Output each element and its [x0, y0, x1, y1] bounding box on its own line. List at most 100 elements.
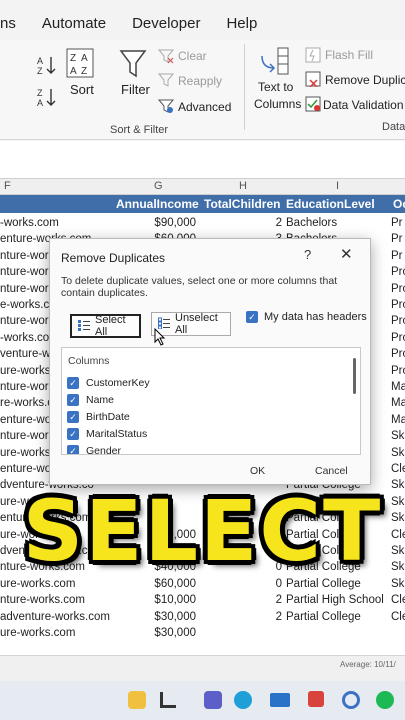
header-total-children[interactable]: TotalChildren [204, 197, 280, 211]
settings-icon[interactable] [342, 691, 360, 709]
cell-occupation[interactable]: Prof [391, 348, 405, 360]
clear-button[interactable]: Clear [178, 49, 207, 63]
text-to-columns-icon[interactable] [258, 46, 292, 78]
task-view-icon[interactable] [128, 691, 146, 709]
cell-annual-income[interactable]: $30,000 [152, 627, 196, 639]
cell-occupation[interactable]: Cleric [391, 463, 405, 475]
cell-email[interactable]: ure-works.com [0, 627, 75, 639]
column-letter-g[interactable]: G [154, 180, 163, 192]
table-row[interactable]: nture-works.com $10,000 2 Partial High Scho… [0, 594, 405, 611]
table-row[interactable]: -works.com $90,000 2 Bachelors Pr [0, 217, 405, 234]
widgets-icon[interactable] [160, 692, 176, 708]
menu-item-developer[interactable]: Developer [132, 15, 200, 32]
column-option-name[interactable]: ✓ Name [67, 394, 114, 406]
cancel-button[interactable]: Cancel [315, 465, 348, 477]
cell-annual-income[interactable]: $90,000 [152, 217, 196, 229]
cell-email[interactable]: nture-work [0, 381, 54, 393]
cell-email[interactable]: adventure-works.com [0, 611, 110, 623]
text-to-columns-line2[interactable]: Columns [254, 97, 301, 111]
filter-button[interactable]: Filter [121, 82, 150, 97]
cell-total-children[interactable]: 2 [200, 217, 282, 229]
cell-email[interactable]: e-works.co [0, 299, 56, 311]
flash-fill-button[interactable]: Flash Fill [325, 48, 373, 62]
column-letter-f[interactable]: F [4, 180, 11, 192]
column-option-customerkey[interactable]: ✓ CustomerKey [67, 377, 150, 389]
column-option-birthdate[interactable]: ✓ BirthDate [67, 411, 130, 423]
my-data-has-headers-checkbox[interactable]: ✓ My data has headers [246, 311, 367, 323]
columns-scrollbar[interactable] [353, 358, 356, 394]
table-row[interactable]: ure-works.com $30,000 [0, 627, 405, 644]
cell-occupation[interactable]: Clerica [391, 611, 405, 623]
mail-icon[interactable] [270, 693, 290, 707]
cell-email[interactable]: -works.com [0, 217, 59, 229]
remove-duplicates-button[interactable]: Remove Duplica [325, 73, 405, 87]
column-option-gender[interactable]: ✓ Gender [67, 445, 121, 454]
cell-occupation[interactable]: Mana [391, 381, 405, 393]
reapply-icon[interactable] [158, 72, 174, 88]
cell-occupation[interactable]: Pr [391, 217, 403, 229]
column-option-maritalstatus[interactable]: ✓ MaritalStatus [67, 428, 147, 440]
cell-annual-income[interactable]: $30,000 [152, 611, 196, 623]
flash-fill-icon[interactable] [305, 47, 321, 63]
columns-list[interactable]: Columns ✓ CustomerKey ✓ Name ✓ BirthDate ✓ M… [61, 347, 361, 455]
help-icon[interactable]: ? [304, 247, 311, 262]
table-row[interactable]: adventure-works.com $30,000 2 Partial Colle… [0, 611, 405, 628]
ok-button[interactable]: OK [250, 465, 265, 477]
cell-email[interactable]: nture-work [0, 266, 54, 278]
cell-occupation[interactable]: Prof [391, 365, 405, 377]
cell-education-level[interactable]: Partial High School [286, 594, 384, 606]
cell-education-level[interactable]: Partial College [286, 611, 361, 623]
close-icon[interactable]: ✕ [340, 245, 353, 263]
spotify-icon[interactable] [376, 691, 394, 709]
advanced-filter-icon[interactable] [158, 98, 174, 114]
cell-occupation[interactable]: Prof [391, 332, 405, 344]
cell-occupation[interactable]: Pro [391, 283, 405, 295]
cell-occupation[interactable]: Pr [391, 233, 403, 245]
cell-email[interactable]: ure-works [0, 447, 50, 459]
sort-descending-icon[interactable]: ZA [36, 86, 58, 108]
column-letter-i[interactable]: I [336, 180, 339, 192]
cell-occupation[interactable]: Pro [391, 315, 405, 327]
header-education-level[interactable]: EducationLevel [286, 197, 375, 211]
cell-education-level[interactable]: Bachelors [286, 217, 337, 229]
cell-occupation[interactable]: Clerica [391, 594, 405, 606]
header-annual-income[interactable]: AnnualIncome [116, 197, 199, 211]
cell-occupation[interactable]: Pr [391, 250, 403, 262]
filter-icon[interactable] [119, 48, 147, 80]
sort-ascending-icon[interactable]: AZ [36, 54, 58, 76]
sort-dialog-icon[interactable]: ZAAZ [66, 48, 94, 78]
cell-email[interactable]: nture-works.com [0, 594, 85, 606]
cell-occupation[interactable]: Mana [391, 414, 405, 426]
data-validation-button[interactable]: Data Validation [323, 98, 404, 112]
menu-item-formulas[interactable]: ns [0, 15, 16, 32]
cell-occupation[interactable]: Skille [391, 447, 405, 459]
cell-email[interactable]: enture-wor [0, 414, 55, 426]
teams-icon[interactable] [204, 691, 222, 709]
cell-total-children[interactable]: 2 [200, 611, 282, 623]
advanced-button[interactable]: Advanced [178, 100, 231, 114]
data-validation-icon[interactable] [305, 96, 321, 112]
svg-text:Z: Z [37, 66, 43, 76]
reapply-button[interactable]: Reapply [178, 74, 222, 88]
menu-item-automate[interactable]: Automate [42, 15, 106, 32]
gift-icon[interactable] [308, 691, 324, 707]
edge-icon[interactable] [234, 691, 252, 709]
cell-occupation[interactable]: Pro [391, 299, 405, 311]
header-occupation[interactable]: Oc [393, 197, 405, 211]
table-row[interactable]: ure-works.com$60,0000Partial CollegeSkil… [0, 578, 405, 595]
cell-occupation[interactable]: Skille [391, 430, 405, 442]
cell-occupation[interactable]: Pro [391, 266, 405, 278]
sort-button[interactable]: Sort [70, 82, 94, 97]
formula-bar[interactable] [0, 141, 405, 179]
cell-email[interactable]: nture-work [0, 315, 54, 327]
clear-filter-icon[interactable] [158, 48, 174, 64]
cell-occupation[interactable]: Mana [391, 397, 405, 409]
text-to-columns-line1[interactable]: Text to [258, 80, 293, 94]
cell-email[interactable]: nture-work [0, 283, 54, 295]
menu-item-help[interactable]: Help [226, 15, 257, 32]
remove-duplicates-icon[interactable] [305, 71, 321, 87]
cell-total-children[interactable]: 2 [200, 594, 282, 606]
cell-annual-income[interactable]: $10,000 [152, 594, 196, 606]
column-letter-h[interactable]: H [239, 180, 247, 192]
select-all-button[interactable]: Select All [70, 314, 141, 338]
